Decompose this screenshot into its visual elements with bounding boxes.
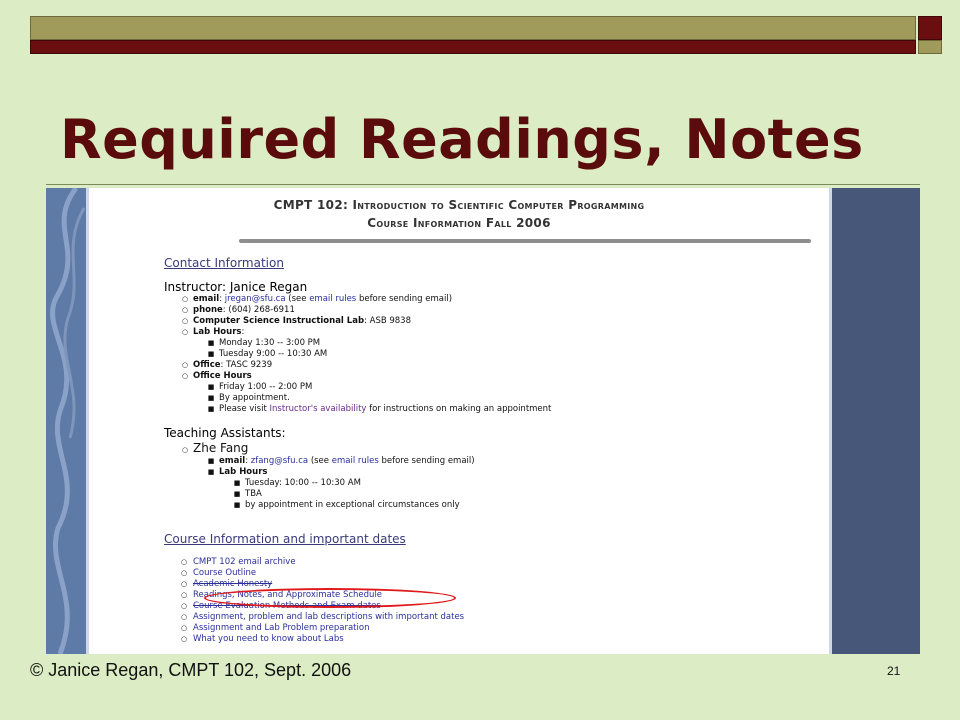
circle-bullet-icon: ○ — [181, 317, 189, 325]
instructor-availability-link[interactable]: Instructor's availability — [270, 404, 367, 414]
circle-bullet-icon: ○ — [181, 558, 188, 566]
link-email-archive[interactable]: ○ CMPT 102 email archive — [181, 557, 296, 568]
slide-title: Required Readings, Notes — [60, 108, 864, 171]
page-header-title: CMPT 102: Introduction to Scientific Com… — [273, 198, 645, 212]
circle-bullet-icon: ○ — [181, 446, 189, 454]
circle-bullet-icon: ○ — [181, 635, 188, 643]
left-decorative-border — [46, 188, 86, 654]
course-information-heading[interactable]: Course Information and important dates — [164, 532, 406, 546]
square-bullet-icon: ■ — [207, 457, 215, 465]
circle-bullet-icon: ○ — [181, 624, 188, 632]
top-maroon-bar — [30, 40, 916, 54]
square-bullet-icon: ■ — [207, 339, 215, 347]
circle-bullet-icon: ○ — [181, 372, 189, 380]
link-course-outline[interactable]: ○ Course Outline — [181, 568, 256, 579]
office-hours-item: ■ Friday 1:00 -- 2:00 PM — [207, 382, 313, 392]
instructor-lab-row: ○ Computer Science Instructional Lab: ASB… — [181, 316, 412, 326]
ta-lab-hours-item: ■ TBA — [233, 489, 262, 499]
office-visit-row: ■ Please visit Instructor's availability … — [207, 404, 552, 414]
link-assignment-preparation[interactable]: ○ Assignment and Lab Problem preparation — [181, 623, 369, 634]
circle-bullet-icon: ○ — [181, 613, 188, 621]
instructor-email-row: ○ email: jregan@sfu.ca (see email rules b… — [181, 294, 453, 304]
email-rules-link[interactable]: email rules — [309, 294, 356, 304]
instructor-heading: Instructor: Janice Regan — [164, 280, 308, 294]
contact-information-heading[interactable]: Contact Information — [164, 256, 284, 270]
square-bullet-icon: ■ — [207, 394, 215, 402]
square-bullet-icon: ■ — [207, 468, 215, 476]
office-hours-item: ■ By appointment. — [207, 393, 290, 403]
circle-bullet-icon: ○ — [181, 295, 189, 303]
link-labs-info[interactable]: ○ What you need to know about Labs — [181, 634, 344, 645]
square-bullet-icon: ■ — [207, 350, 215, 358]
instructor-office-hours-row: ○ Office Hours — [181, 371, 252, 381]
circle-bullet-icon: ○ — [181, 361, 189, 369]
slide-page-number: 21 — [887, 664, 901, 678]
webpage-screenshot: CMPT 102: Introduction to Scientific Com… — [46, 188, 920, 654]
instructor-lab-hours-row: ○ Lab Hours: — [181, 327, 245, 337]
page-header-subtitle: Course Information Fall 2006 — [367, 216, 551, 230]
square-bullet-icon: ■ — [233, 479, 241, 487]
header-divider — [239, 239, 811, 243]
instructor-email-link[interactable]: jregan@sfu.ca — [225, 294, 286, 304]
lab-hours-item: ■ Tuesday 9:00 -- 10:30 AM — [207, 349, 328, 359]
circle-bullet-icon: ○ — [181, 328, 189, 336]
instructor-office-row: ○ Office: TASC 9239 — [181, 360, 273, 370]
ta-lab-hours-row: ■ Lab Hours — [207, 467, 268, 477]
corner-maroon-square — [918, 16, 942, 40]
circle-bullet-icon: ○ — [181, 569, 188, 577]
highlight-oval — [204, 588, 456, 608]
circle-bullet-icon: ○ — [181, 602, 188, 610]
ta-name-row: ○ Zhe Fang — [181, 441, 249, 455]
link-academic-honesty[interactable]: ○ Academic Honesty — [181, 579, 272, 590]
square-bullet-icon: ■ — [233, 501, 241, 509]
teaching-assistants-heading: Teaching Assistants: — [164, 426, 286, 440]
circle-bullet-icon: ○ — [181, 580, 188, 588]
square-bullet-icon: ■ — [207, 383, 215, 391]
ta-lab-hours-item: ■ by appointment in exceptional circumsta… — [233, 500, 460, 510]
ta-lab-hours-item: ■ Tuesday: 10:00 -- 10:30 AM — [233, 478, 361, 488]
circle-bullet-icon: ○ — [181, 591, 188, 599]
slide-footer: © Janice Regan, CMPT 102, Sept. 2006 — [30, 660, 352, 680]
course-webpage: CMPT 102: Introduction to Scientific Com… — [86, 188, 832, 654]
ta-email-row: ■ email: zfang@sfu.ca (see email rules be… — [207, 456, 475, 466]
swirl-pattern-icon — [50, 188, 86, 654]
ta-email-link[interactable]: zfang@sfu.ca — [251, 456, 308, 466]
link-assignment-descriptions[interactable]: ○ Assignment, problem and lab description… — [181, 612, 464, 623]
title-divider — [46, 184, 920, 185]
top-olive-bar — [30, 16, 916, 40]
square-bullet-icon: ■ — [233, 490, 241, 498]
square-bullet-icon: ■ — [207, 405, 215, 413]
instructor-phone-row: ○ phone: (604) 268-6911 — [181, 305, 295, 315]
corner-olive-square — [918, 40, 942, 54]
ta-email-rules-link[interactable]: email rules — [332, 456, 379, 466]
lab-hours-item: ■ Monday 1:30 -- 3:00 PM — [207, 338, 321, 348]
circle-bullet-icon: ○ — [181, 306, 189, 314]
